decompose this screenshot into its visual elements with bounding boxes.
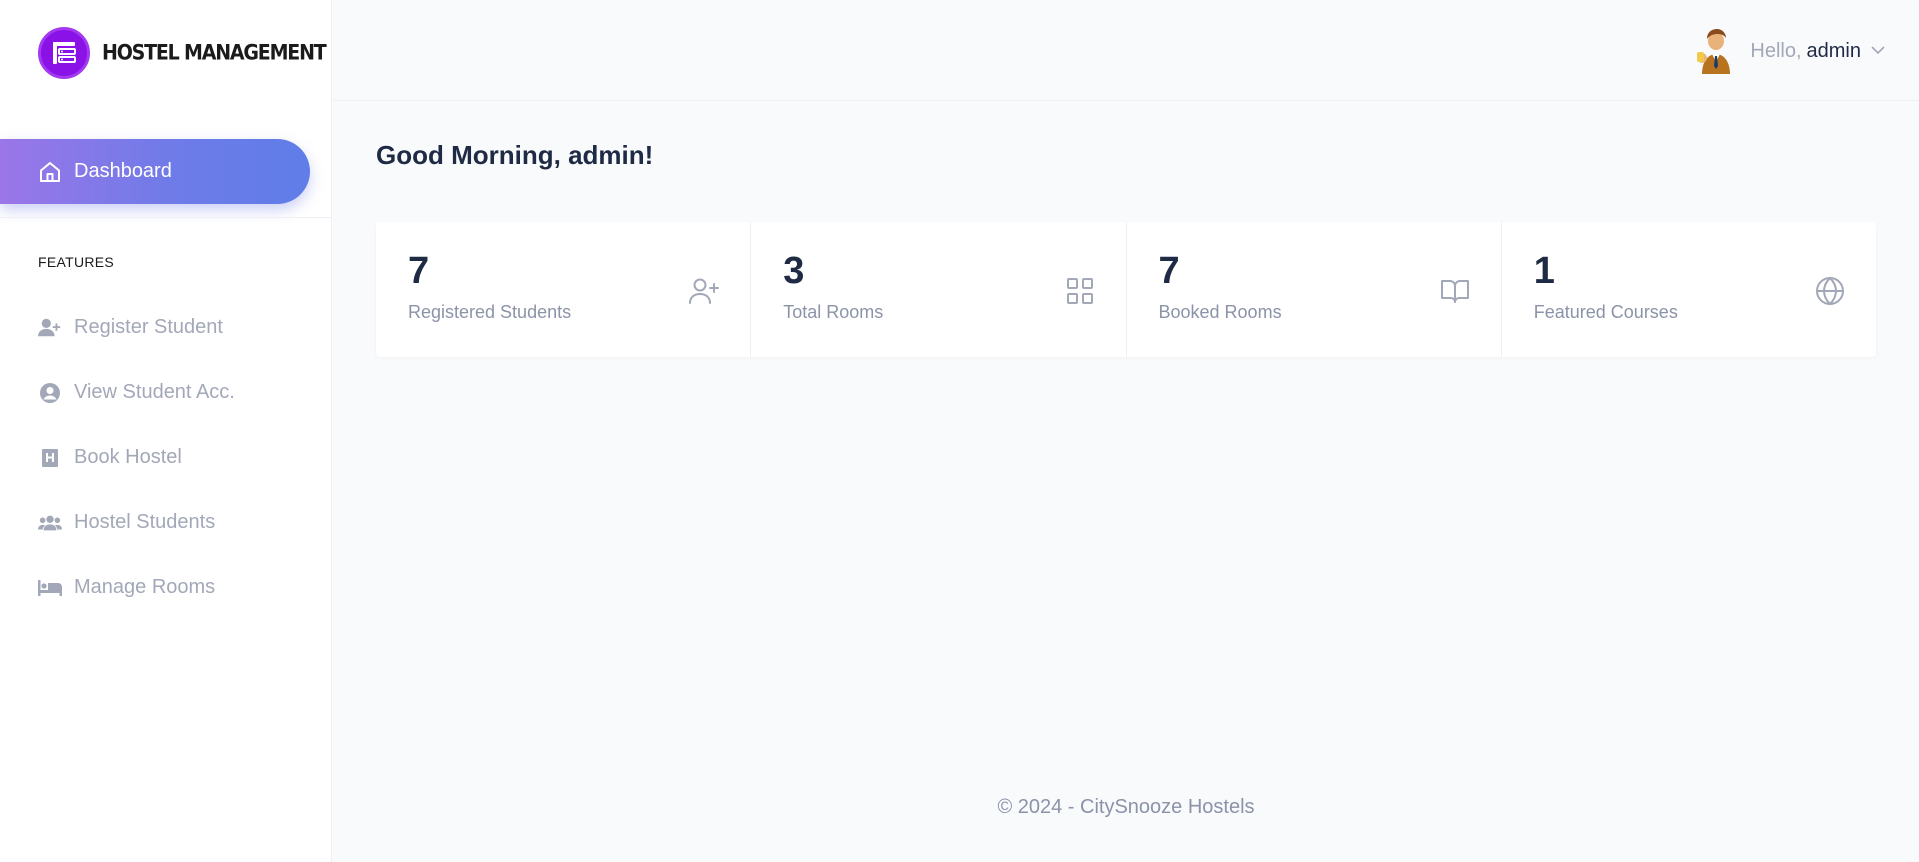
stat-card-featured-courses: 1 Featured Courses (1502, 222, 1876, 357)
footer-copyright: © 2024 - CitySnooze Hostels (997, 796, 1255, 818)
sidebar-item-label: View Student Acc. (74, 381, 235, 403)
stat-card-registered-students: 7 Registered Students (376, 222, 752, 357)
bed-icon (38, 576, 62, 600)
sidebar: HOSTEL MANAGEMENT Dashboard FEATURES Reg… (0, 0, 332, 862)
globe-icon (1814, 275, 1846, 307)
page-title: Good Morning, admin! (376, 140, 654, 170)
sidebar-item-label: Book Hostel (74, 446, 182, 468)
user-plus-icon (38, 316, 62, 340)
chevron-down-icon (1871, 42, 1885, 60)
avatar (1694, 28, 1734, 74)
sidebar-item-register-student[interactable]: Register Student (0, 295, 332, 360)
user-menu[interactable]: Hello, admin (1694, 28, 1885, 74)
sidebar-item-manage-rooms[interactable]: Manage Rooms (0, 555, 332, 620)
sidebar-item-view-student-acc[interactable]: View Student Acc. (0, 360, 332, 425)
brand-name: HOSTEL MANAGEMENT (102, 40, 327, 66)
sidebar-item-dashboard[interactable]: Dashboard (0, 139, 310, 204)
greeting-prefix: Hello, (1750, 39, 1802, 62)
brand[interactable]: HOSTEL MANAGEMENT (38, 27, 327, 79)
topbar: Hello, admin (333, 0, 1919, 101)
users-icon (38, 511, 62, 535)
sidebar-item-book-hostel[interactable]: Book Hostel (0, 425, 332, 490)
grid-icon (1064, 275, 1096, 307)
sidebar-item-label: Manage Rooms (74, 576, 216, 598)
home-icon (38, 160, 62, 184)
user-circle-icon (38, 381, 62, 405)
sidebar-item-label: Hostel Students (74, 511, 216, 533)
user-plus-icon (688, 275, 720, 307)
sidebar-item-label: Dashboard (74, 160, 172, 182)
username: admin (1806, 39, 1861, 62)
sidebar-divider (0, 217, 332, 218)
book-open-icon (1439, 275, 1471, 307)
sidebar-nav: Register Student View Student Acc. Book … (0, 295, 332, 620)
stat-card-booked-rooms: 7 Booked Rooms (1127, 222, 1502, 357)
sidebar-item-hostel-students[interactable]: Hostel Students (0, 490, 332, 555)
features-section-label: FEATURES (38, 254, 115, 270)
sidebar-item-label: Register Student (74, 316, 223, 338)
stat-card-total-rooms: 3 Total Rooms (751, 222, 1127, 357)
hotel-icon (38, 446, 62, 470)
stats-panel: 7 Registered Students 3 Total Rooms 7 Bo… (376, 222, 1876, 357)
hostel-logo-icon (38, 27, 90, 79)
